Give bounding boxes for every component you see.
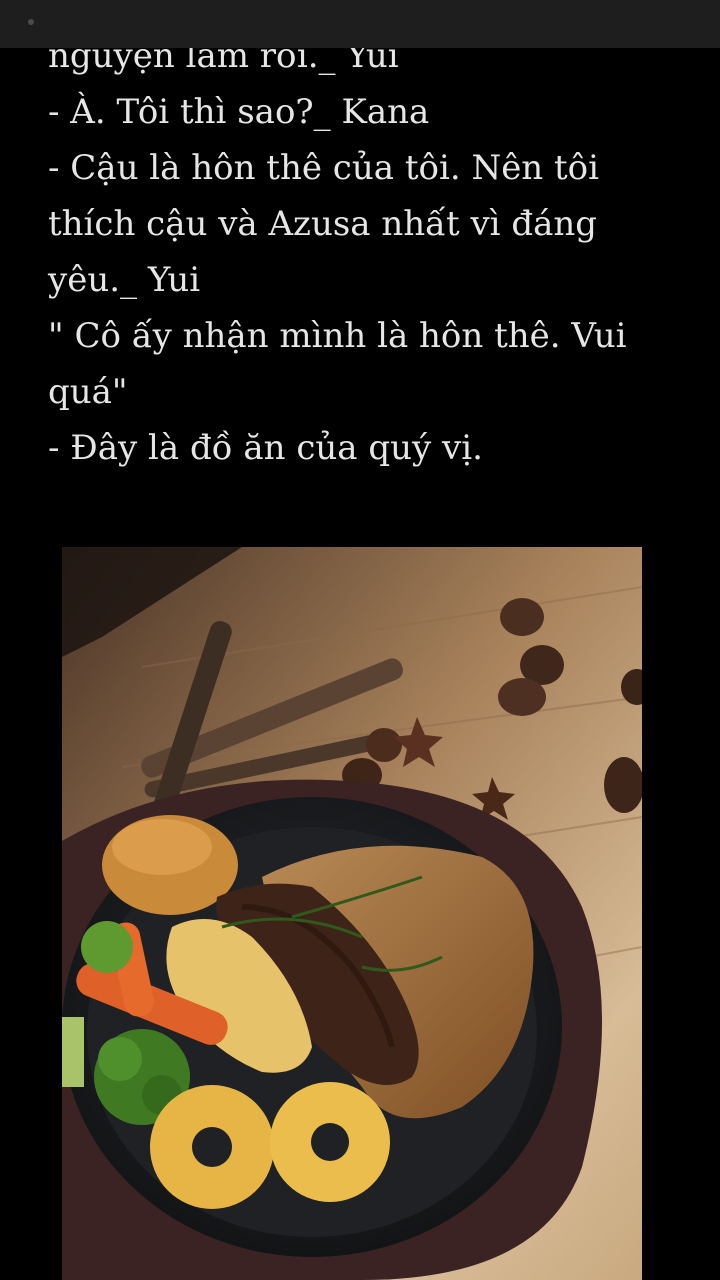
story-line: - Cậu là hôn thê của tôi. Nên tôi — [48, 148, 600, 188]
food-photo — [62, 547, 642, 1280]
status-bar — [0, 0, 720, 48]
notification-dot-icon — [28, 19, 34, 25]
story-text: nguyện lắm rồi._ Yui - À. Tôi thì sao?_ … — [48, 28, 688, 476]
story-line: thích cậu và Azusa nhất vì đáng — [48, 204, 598, 244]
reader-screen: nguyện lắm rồi._ Yui - À. Tôi thì sao?_ … — [0, 0, 720, 1280]
steak-plate-illustration — [62, 547, 642, 1280]
story-line: " Cô ấy nhận mình là hôn thê. Vui — [48, 316, 627, 356]
story-line: yêu._ Yui — [48, 260, 201, 300]
story-line: - Đây là đồ ăn của quý vị. — [48, 428, 483, 468]
story-line: - À. Tôi thì sao?_ Kana — [48, 92, 430, 132]
story-line: quá" — [48, 372, 128, 412]
